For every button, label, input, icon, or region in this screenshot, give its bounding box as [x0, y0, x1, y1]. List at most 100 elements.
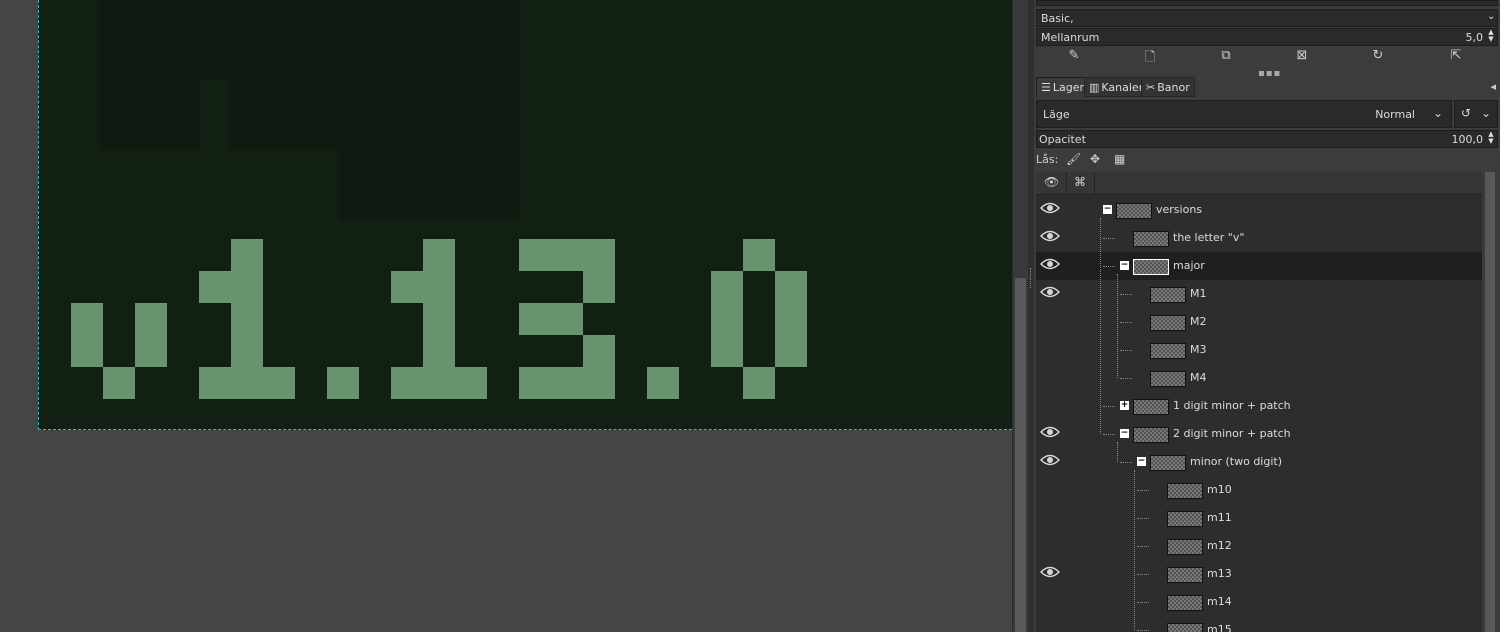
refresh-icon[interactable]: ↻: [1368, 48, 1388, 66]
spin-arrows-icon[interactable]: ▲ ▼: [1487, 29, 1495, 43]
layer-row[interactable]: M4: [1036, 364, 1482, 392]
layer-name[interactable]: versions: [1156, 203, 1202, 216]
layer-name[interactable]: m13: [1207, 567, 1232, 580]
layer-row[interactable]: − versions: [1036, 196, 1482, 224]
visibility-toggle[interactable]: [1040, 313, 1062, 331]
chevron-down-icon[interactable]: ⌄: [1433, 106, 1443, 120]
layer-thumbnail[interactable]: [1116, 203, 1152, 219]
layer-name[interactable]: M4: [1190, 371, 1207, 384]
eye-icon[interactable]: [1039, 285, 1062, 303]
tab-channels[interactable]: ▥ Kanaler: [1084, 77, 1149, 97]
duplicate-icon[interactable]: ⧉: [1216, 48, 1236, 66]
collapse-icon[interactable]: −: [1120, 429, 1129, 438]
layer-thumbnail[interactable]: [1167, 511, 1203, 527]
layer-row[interactable]: m14: [1036, 588, 1482, 616]
canvas-vertical-scrollbar[interactable]: [1012, 0, 1028, 632]
layer-thumbnail[interactable]: [1167, 623, 1203, 632]
visibility-toggle[interactable]: [1040, 537, 1062, 555]
layer-thumbnail[interactable]: [1167, 595, 1203, 611]
lock-position-icon[interactable]: ✥: [1090, 152, 1100, 166]
layers-list[interactable]: 👁 ⌘ − versions the letter "v" − major M1 M2 M3 M…: [1036, 172, 1482, 632]
open-icon[interactable]: ⇱: [1446, 48, 1466, 66]
layer-name[interactable]: M1: [1190, 287, 1207, 300]
layer-name[interactable]: 2 digit minor + patch: [1173, 427, 1291, 440]
layer-row[interactable]: m13: [1036, 560, 1482, 588]
visibility-toggle[interactable]: [1040, 341, 1062, 359]
visibility-toggle[interactable]: [1040, 397, 1062, 415]
brush-select[interactable]: Basic, ⌄: [1036, 9, 1498, 27]
scrollbar-thumb[interactable]: [1485, 172, 1495, 632]
layer-thumbnail[interactable]: [1150, 371, 1186, 387]
layer-thumbnail[interactable]: [1133, 399, 1169, 415]
layer-name[interactable]: major: [1173, 259, 1205, 272]
layer-name[interactable]: M2: [1190, 315, 1207, 328]
layer-row[interactable]: − 2 digit minor + patch: [1036, 420, 1482, 448]
layer-name[interactable]: m14: [1207, 595, 1232, 608]
opacity-value[interactable]: 100,0: [1452, 133, 1484, 146]
layer-thumbnail[interactable]: [1167, 539, 1203, 555]
layer-row[interactable]: +1 digit minor + patch: [1036, 392, 1482, 420]
layer-row[interactable]: M3: [1036, 336, 1482, 364]
layer-name[interactable]: m11: [1207, 511, 1232, 524]
chevron-down-icon[interactable]: ⌄: [1487, 12, 1495, 22]
collapse-icon[interactable]: −: [1137, 457, 1146, 466]
layer-name[interactable]: m15: [1207, 623, 1232, 632]
layers-scrollbar[interactable]: [1482, 172, 1498, 632]
canvas-area[interactable]: [0, 0, 1012, 632]
tab-layers[interactable]: ☰ Lager: [1036, 77, 1090, 97]
layer-name[interactable]: minor (two digit): [1190, 455, 1282, 468]
eye-icon[interactable]: [1039, 425, 1062, 443]
edit-icon[interactable]: ✎: [1064, 48, 1084, 66]
layer-thumbnail[interactable]: [1150, 287, 1186, 303]
layer-row[interactable]: − major: [1036, 252, 1482, 280]
layer-name[interactable]: m10: [1207, 483, 1232, 496]
composite-mode-button[interactable]: ↺ ⌄: [1454, 100, 1498, 128]
layer-thumbnail[interactable]: [1167, 483, 1203, 499]
layer-thumbnail[interactable]: [1150, 315, 1186, 331]
expand-icon[interactable]: +: [1120, 401, 1129, 410]
layer-thumbnail[interactable]: [1150, 343, 1186, 359]
layer-thumbnail[interactable]: [1150, 455, 1186, 471]
layer-row[interactable]: m15: [1036, 616, 1482, 632]
tab-menu-icon[interactable]: ◂: [1490, 80, 1496, 93]
layer-row[interactable]: m11: [1036, 504, 1482, 532]
layer-row[interactable]: the letter "v": [1036, 224, 1482, 252]
spin-arrows-icon[interactable]: ▲ ▼: [1487, 131, 1495, 145]
layer-thumbnail[interactable]: [1167, 567, 1203, 583]
visibility-column-icon[interactable]: 👁: [1044, 175, 1059, 189]
visibility-toggle[interactable]: [1040, 509, 1062, 527]
visibility-toggle[interactable]: [1040, 621, 1062, 632]
layer-row[interactable]: − minor (two digit): [1036, 448, 1482, 476]
visibility-toggle[interactable]: [1040, 369, 1062, 387]
layer-thumbnail[interactable]: [1133, 259, 1169, 275]
layer-thumbnail[interactable]: [1133, 231, 1169, 247]
delete-icon[interactable]: ⊠: [1292, 48, 1312, 66]
tab-paths[interactable]: ✂ Banor: [1141, 77, 1195, 97]
layer-name[interactable]: m12: [1207, 539, 1232, 552]
collapse-icon[interactable]: −: [1120, 261, 1129, 270]
eye-icon[interactable]: [1039, 257, 1062, 275]
layer-row[interactable]: M1: [1036, 280, 1482, 308]
layer-row[interactable]: M2: [1036, 308, 1482, 336]
collapse-icon[interactable]: −: [1103, 205, 1112, 214]
layer-name[interactable]: the letter "v": [1173, 231, 1244, 244]
eye-icon[interactable]: [1039, 453, 1062, 471]
layer-name[interactable]: 1 digit minor + patch: [1173, 399, 1291, 412]
visibility-toggle[interactable]: [1040, 481, 1062, 499]
link-column-icon[interactable]: ⌘: [1074, 175, 1086, 189]
eye-icon[interactable]: [1039, 229, 1062, 247]
lock-pixels-icon[interactable]: 🖌: [1066, 152, 1081, 166]
spacing-field[interactable]: Mellanrum 5,0 ▲ ▼: [1036, 28, 1498, 46]
eye-icon[interactable]: [1039, 201, 1062, 219]
new-icon[interactable]: 🗋: [1140, 48, 1160, 66]
eye-icon[interactable]: [1039, 565, 1062, 583]
layer-name[interactable]: M3: [1190, 343, 1207, 356]
layer-thumbnail[interactable]: [1133, 427, 1169, 443]
lock-alpha-icon[interactable]: ▦: [1114, 152, 1125, 166]
layer-mode-select[interactable]: Läge Normal ⌄: [1036, 100, 1452, 128]
splitter-grip[interactable]: [1030, 268, 1033, 288]
spacing-value[interactable]: 5,0: [1466, 31, 1484, 44]
image-canvas[interactable]: [38, 0, 1012, 430]
scrollbar-thumb[interactable]: [1015, 278, 1026, 632]
opacity-field[interactable]: Opacitet 100,0 ▲ ▼: [1036, 130, 1498, 148]
